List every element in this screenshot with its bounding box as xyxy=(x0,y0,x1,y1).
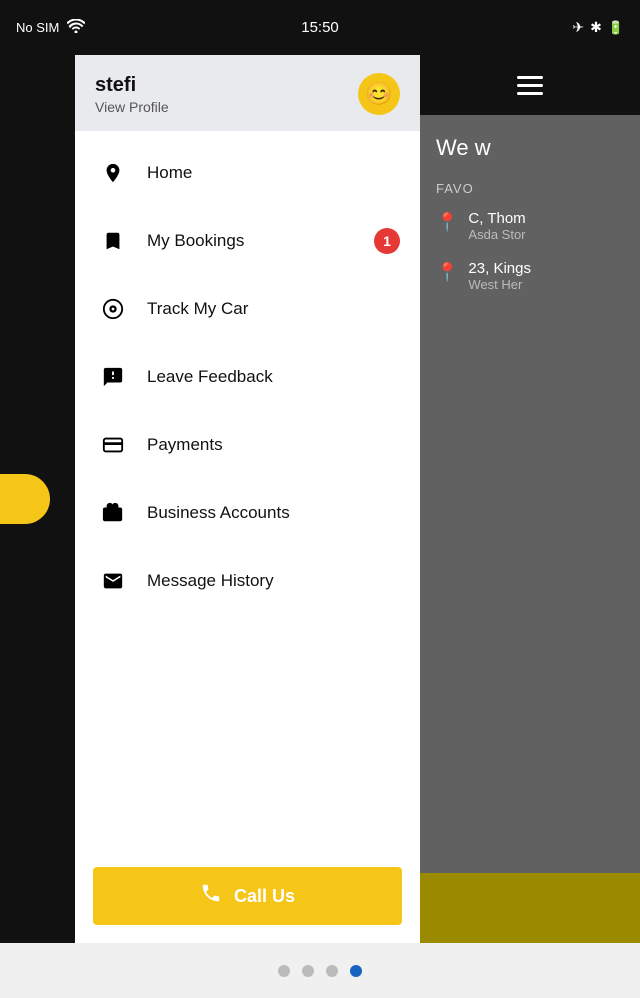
menu-item-home[interactable]: Home xyxy=(75,139,420,207)
menu-item-track[interactable]: Track My Car xyxy=(75,275,420,343)
time-display: 15:50 xyxy=(301,19,339,36)
feedback-icon xyxy=(97,361,129,393)
drawer-username: stefi xyxy=(95,74,169,97)
no-sim-label: No SIM xyxy=(16,20,59,35)
payments-icon xyxy=(97,429,129,461)
dot-1 xyxy=(278,965,290,977)
feedback-label: Leave Feedback xyxy=(147,367,273,387)
track-icon xyxy=(97,293,129,325)
messages-icon xyxy=(97,565,129,597)
bookings-badge: 1 xyxy=(374,228,400,254)
dot-4 xyxy=(350,965,362,977)
fav-name-1: C, Thom xyxy=(468,210,525,227)
dot-3 xyxy=(326,965,338,977)
payments-label: Payments xyxy=(147,435,223,455)
drawer-menu: stefi View Profile 😊 Home My Bookings xyxy=(75,55,420,943)
view-profile-link[interactable]: View Profile xyxy=(95,99,169,115)
pin-icon-2: 📍 xyxy=(436,262,458,283)
menu-item-business[interactable]: Business Accounts xyxy=(75,479,420,547)
right-panel-content: We w FAVO 📍 C, Thom Asda Stor 📍 23, King… xyxy=(420,115,640,943)
right-topbar xyxy=(420,55,640,115)
status-bar: No SIM 15:50 ✈ ✱ 🔋 xyxy=(0,0,640,55)
pin-icon-1: 📍 xyxy=(436,212,458,233)
home-icon xyxy=(97,157,129,189)
bookings-icon xyxy=(97,225,129,257)
fav-item-2: 📍 23, Kings West Her xyxy=(436,260,624,292)
messages-label: Message History xyxy=(147,571,274,591)
call-us-button[interactable]: Call Us xyxy=(93,867,402,925)
hamburger-icon[interactable] xyxy=(517,76,543,95)
home-label: Home xyxy=(147,163,192,183)
menu-item-bookings[interactable]: My Bookings 1 xyxy=(75,207,420,275)
bluetooth-icon2: ✱ xyxy=(590,19,602,36)
menu-item-messages[interactable]: Message History xyxy=(75,547,420,615)
drawer-menu-list: Home My Bookings 1 Track My Car xyxy=(75,131,420,855)
right-yellow-bottom xyxy=(420,873,640,943)
fav-item-1: 📍 C, Thom Asda Stor xyxy=(436,210,624,242)
right-panel-title: We w xyxy=(436,135,624,161)
fav-name-2: 23, Kings xyxy=(468,260,531,277)
phone-icon xyxy=(200,882,222,910)
drawer-header: stefi View Profile 😊 xyxy=(75,55,420,131)
user-avatar[interactable]: 😊 xyxy=(358,73,400,115)
business-icon xyxy=(97,497,129,529)
fav-sub-1: Asda Stor xyxy=(468,227,525,242)
left-strip xyxy=(0,55,75,943)
yellow-circle-decoration xyxy=(0,474,50,524)
page-indicator xyxy=(0,943,640,998)
wifi-icon xyxy=(67,19,85,36)
fav-sub-2: West Her xyxy=(468,277,531,292)
menu-item-feedback[interactable]: Leave Feedback xyxy=(75,343,420,411)
battery-icon: 🔋 xyxy=(608,20,624,36)
business-label: Business Accounts xyxy=(147,503,290,523)
avatar-icon: 😊 xyxy=(365,81,392,107)
favorites-label: FAVO xyxy=(436,181,624,196)
menu-item-payments[interactable]: Payments xyxy=(75,411,420,479)
track-label: Track My Car xyxy=(147,299,248,319)
bluetooth-icon: ✈ xyxy=(572,19,584,36)
dot-2 xyxy=(302,965,314,977)
call-us-label: Call Us xyxy=(234,886,295,907)
bookings-label: My Bookings xyxy=(147,231,244,251)
